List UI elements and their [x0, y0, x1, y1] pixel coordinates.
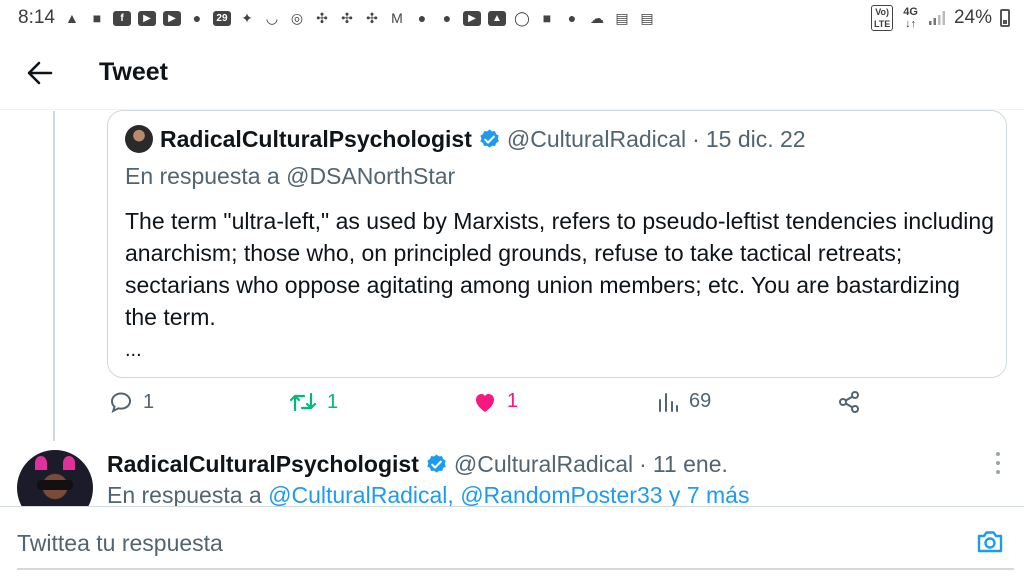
input-underline [17, 568, 1014, 570]
location-icon: ● [567, 10, 577, 26]
reply-input[interactable] [17, 525, 947, 561]
separator-dot: · [639, 451, 647, 477]
author-handle[interactable]: @CulturalRadical [454, 450, 633, 478]
pocket-icon: ◡ [265, 9, 279, 26]
tweet-text: The term "ultra-left," as used by Marxis… [125, 208, 994, 330]
twitter-icon: ✦ [241, 9, 253, 26]
calendar-icon: 29 [212, 10, 231, 26]
battery-icon [1000, 9, 1010, 27]
author-handle[interactable]: @CulturalRadical [507, 125, 686, 153]
window-icon: ▤ [615, 9, 629, 26]
slack-icon: ✣ [341, 9, 353, 26]
notification-icons: ▲ ■ f ▶ ▶ ● 29 ✦ ◡ ◎ ✣ ✣ ✣ M ● ● ▶ ▲ ◯ ■… [63, 9, 656, 27]
slack-icon: ✣ [316, 9, 328, 26]
signal-icon [928, 11, 945, 25]
cloud-icon: ☁ [589, 9, 604, 26]
4g-icon: 4G ↓↑ [903, 6, 918, 30]
separator-dot: · [692, 126, 700, 152]
top-app-bar: Tweet [0, 36, 1024, 110]
status-time: 8:14 [18, 7, 55, 28]
like-button[interactable]: 1 [473, 390, 518, 413]
views-chart-icon [659, 392, 678, 412]
tweet-date[interactable]: 11 ene. [653, 450, 728, 478]
views-button[interactable]: 69 [657, 390, 711, 413]
avatar[interactable] [125, 125, 153, 153]
read-more-ellipsis[interactable]: ... [125, 339, 988, 362]
reply-button[interactable]: 1 [109, 390, 154, 414]
retweet-button[interactable]: 1 [289, 390, 338, 414]
author-name[interactable]: RadicalCulturalPsychologist [107, 450, 419, 478]
status-bar: 8:14 ▲ ■ f ▶ ▶ ● 29 ✦ ◡ ◎ ✣ ✣ ✣ M ● ● ▶ … [0, 0, 1024, 36]
tweet-date[interactable]: 15 dic. 22 [706, 125, 806, 153]
more-options-button[interactable] [994, 452, 1002, 474]
battery-percent: 24% [953, 7, 992, 28]
reply-count: 1 [143, 390, 155, 413]
quoted-tweet-header: RadicalCulturalPsychologist @CulturalRad… [125, 125, 988, 153]
status-right: Vo) LTE 4G ↓↑ 24% [870, 5, 1010, 31]
view-count: 69 [689, 390, 712, 412]
chrome-icon: ◎ [290, 9, 304, 26]
reply-compose-bar [0, 506, 1024, 576]
camera-button[interactable] [975, 527, 1005, 557]
slack-icon: ✣ [366, 9, 378, 26]
heart-icon [476, 393, 494, 412]
reply-tweet-header: RadicalCulturalPsychologist @CulturalRad… [107, 450, 728, 478]
verified-badge-icon [478, 128, 501, 151]
avatar[interactable] [17, 450, 93, 506]
arrow-left-icon [27, 61, 53, 84]
shopping-icon: ■ [542, 10, 552, 26]
like-count: 1 [507, 390, 519, 412]
reply-tweet[interactable]: RadicalCulturalPsychologist @CulturalRad… [0, 446, 1024, 506]
thread-connector [53, 111, 55, 441]
youtube-icon: ▶ [162, 10, 181, 26]
location-icon: ● [442, 10, 452, 26]
youtube-icon: ▶ [137, 10, 156, 26]
retweet-count: 1 [327, 390, 339, 413]
reply-to-mentions[interactable]: @CulturalRadical, @RandomPoster33 y 7 má… [268, 482, 749, 506]
location-icon: ● [417, 10, 427, 26]
window-icon: ▤ [640, 9, 654, 26]
retweet-icon [289, 392, 317, 412]
page-title: Tweet [99, 58, 168, 86]
share-icon [839, 391, 859, 413]
youtube-icon: ▶ [462, 10, 481, 26]
whatsapp-icon: ◯ [514, 9, 530, 26]
share-button[interactable] [837, 390, 861, 414]
camera-icon [977, 531, 1003, 553]
gmail-icon: M [391, 10, 403, 26]
reply-to-prefix: En respuesta a [107, 482, 269, 506]
volte-icon: Vo) LTE [870, 5, 894, 31]
dot-icon [996, 452, 1000, 456]
reply-to-label: En respuesta a @CulturalRadical, @Random… [107, 482, 749, 506]
tweet-actions: 1 1 1 69 [107, 390, 1007, 422]
facebook-icon: f [112, 10, 131, 26]
reply-icon [110, 392, 132, 413]
reply-to-label: En respuesta a @DSANorthStar [125, 163, 456, 189]
author-name[interactable]: RadicalCulturalPsychologist [160, 125, 472, 153]
message-icon: ■ [92, 10, 102, 26]
dot-icon [996, 461, 1000, 465]
warning-icon: ▲ [65, 10, 79, 26]
messenger-icon: ● [192, 10, 202, 26]
dot-icon [996, 470, 1000, 474]
back-button[interactable] [21, 54, 59, 92]
image-icon: ▲ [487, 10, 506, 26]
verified-badge-icon [425, 453, 448, 476]
quoted-tweet-card[interactable]: RadicalCulturalPsychologist @CulturalRad… [107, 110, 1007, 378]
